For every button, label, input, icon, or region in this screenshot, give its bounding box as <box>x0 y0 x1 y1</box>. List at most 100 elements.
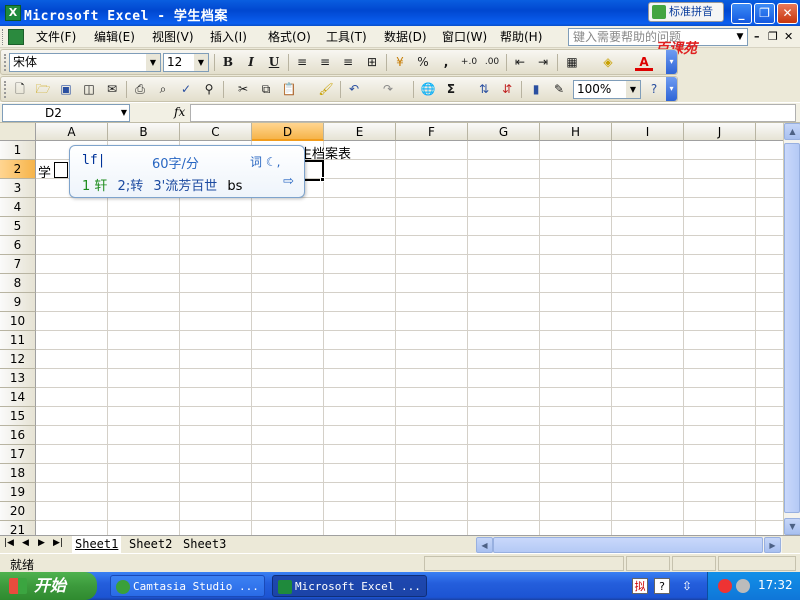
chevron-down-icon[interactable]: ▼ <box>626 81 640 98</box>
row-header-2[interactable]: 2 <box>0 160 36 179</box>
volume-icon[interactable] <box>736 579 750 593</box>
scroll-up-icon[interactable]: ▲ <box>784 123 800 140</box>
fill-handle[interactable] <box>320 177 325 182</box>
menu-format[interactable]: 格式(O) <box>268 29 311 45</box>
research-icon[interactable]: ⚲ <box>200 81 218 98</box>
fill-color-icon[interactable]: ◈ <box>599 54 617 71</box>
font-name-select[interactable]: 宋体 ▼ <box>9 53 161 72</box>
ime-word-mode[interactable]: 词 ☾, <box>250 153 280 170</box>
copy-icon[interactable]: ⧉ <box>257 81 275 98</box>
tab-sheet3[interactable]: Sheet3 <box>180 536 229 553</box>
select-all-corner[interactable] <box>0 123 36 141</box>
record-icon[interactable] <box>718 579 732 593</box>
zoom-select[interactable]: 100% ▼ <box>573 80 641 99</box>
restore-button[interactable]: ❐ <box>754 3 775 24</box>
column-header-a[interactable]: A <box>36 123 108 141</box>
help-icon[interactable]: ? <box>645 81 663 98</box>
column-header-k[interactable] <box>756 123 783 141</box>
menu-help[interactable]: 帮助(H) <box>500 29 542 45</box>
vertical-scroll-thumb[interactable] <box>784 143 800 513</box>
ime-candidate[interactable]: 1 轩 <box>82 179 107 194</box>
doc-minimize-button[interactable]: – <box>754 30 760 43</box>
row-header-17[interactable]: 17 <box>0 445 36 464</box>
doc-close-button[interactable]: ✕ <box>784 30 793 43</box>
chevron-down-icon[interactable]: ▼ <box>194 54 208 71</box>
insert-function-button[interactable]: fx <box>174 105 185 119</box>
row-header-21[interactable]: 21 <box>0 521 36 535</box>
sort-descending-icon[interactable]: ⇵ <box>498 81 516 98</box>
align-center-icon[interactable]: ≡ <box>316 54 334 71</box>
menu-data[interactable]: 数据(D) <box>384 29 427 45</box>
percent-button[interactable]: % <box>414 54 432 71</box>
align-right-icon[interactable]: ≡ <box>339 54 357 71</box>
column-header-c[interactable]: C <box>180 123 252 141</box>
row-header-15[interactable]: 15 <box>0 407 36 426</box>
row-header-4[interactable]: 4 <box>0 198 36 217</box>
next-page-arrow-icon[interactable]: ⇨ <box>283 174 294 189</box>
column-header-i[interactable]: I <box>612 123 684 141</box>
ime-candidate[interactable]: 2;转 <box>118 179 144 194</box>
row-header-19[interactable]: 19 <box>0 483 36 502</box>
chart-wizard-icon[interactable]: ▮ <box>527 81 545 98</box>
horizontal-scrollbar[interactable]: ◀ ▶ <box>476 537 782 553</box>
row-header-5[interactable]: 5 <box>0 217 36 236</box>
row-header-3[interactable]: 3 <box>0 179 36 198</box>
row-header-8[interactable]: 8 <box>0 274 36 293</box>
format-painter-icon[interactable]: 🖌 <box>317 81 335 98</box>
print-icon[interactable]: ⎙ <box>131 81 149 98</box>
row-header-6[interactable]: 6 <box>0 236 36 255</box>
vertical-scrollbar[interactable]: ▲ ▼ <box>783 123 800 535</box>
column-header-g[interactable]: G <box>468 123 540 141</box>
cell-a2[interactable]: 学 <box>38 162 51 181</box>
bold-button[interactable]: B <box>219 54 237 71</box>
underline-button[interactable]: U <box>265 54 283 71</box>
cut-icon[interactable]: ✂ <box>234 81 252 98</box>
toolbar-grip[interactable] <box>4 54 7 71</box>
font-size-select[interactable]: 12 ▼ <box>163 53 209 72</box>
increase-indent-icon[interactable]: ⇥ <box>534 54 552 71</box>
name-box[interactable]: D2 ▼ <box>2 104 130 122</box>
row-header-7[interactable]: 7 <box>0 255 36 274</box>
currency-icon[interactable]: ¥ <box>391 54 409 71</box>
row-header-18[interactable]: 18 <box>0 464 36 483</box>
italic-button[interactable]: I <box>242 54 260 71</box>
column-header-h[interactable]: H <box>540 123 612 141</box>
menu-window[interactable]: 窗口(W) <box>442 29 487 45</box>
undo-icon[interactable]: ↶ <box>345 81 363 98</box>
menu-insert[interactable]: 插入(I) <box>210 29 247 45</box>
tab-sheet1[interactable]: Sheet1 <box>72 536 122 553</box>
spelling-icon[interactable]: ✓ <box>177 81 195 98</box>
decrease-decimal-icon[interactable]: .00 <box>483 54 501 71</box>
close-button[interactable]: ✕ <box>777 3 798 24</box>
open-folder-icon[interactable]: 🗁 <box>34 81 52 98</box>
scroll-left-icon[interactable]: ◀ <box>476 537 493 553</box>
menubar-grip[interactable] <box>2 29 5 45</box>
row-header-1[interactable]: 1 <box>0 141 36 160</box>
task-excel[interactable]: Microsoft Excel ... <box>272 575 427 597</box>
comma-style-button[interactable]: , <box>437 54 455 71</box>
menu-edit[interactable]: 编辑(E) <box>94 29 135 45</box>
workbook-icon[interactable] <box>8 29 24 45</box>
row-header-12[interactable]: 12 <box>0 350 36 369</box>
align-left-icon[interactable]: ≡ <box>293 54 311 71</box>
excel-app-icon[interactable]: X <box>5 5 21 21</box>
autosum-button[interactable]: Σ <box>442 81 460 98</box>
borders-icon[interactable]: ▦ <box>563 54 581 71</box>
row-header-14[interactable]: 14 <box>0 388 36 407</box>
formula-input[interactable] <box>190 104 796 122</box>
column-header-b[interactable]: B <box>108 123 180 141</box>
drawing-icon[interactable]: ✎ <box>550 81 568 98</box>
menu-file[interactable]: 文件(F) <box>36 29 76 45</box>
print-preview-icon[interactable]: ⌕ <box>154 81 172 98</box>
row-header-11[interactable]: 11 <box>0 331 36 350</box>
font-color-button[interactable]: A <box>635 54 653 71</box>
chevron-down-icon[interactable]: ▼ <box>146 54 160 71</box>
email-icon[interactable]: ✉ <box>103 81 121 98</box>
ime-candidate[interactable]: 3'流芳百世 <box>153 179 217 194</box>
start-button[interactable]: 开始 <box>0 572 97 600</box>
tab-sheet2[interactable]: Sheet2 <box>126 536 175 553</box>
chevron-down-icon[interactable]: ▼ <box>121 105 127 121</box>
chevron-down-icon[interactable]: ▼ <box>733 29 747 45</box>
column-header-e[interactable]: E <box>324 123 396 141</box>
increase-decimal-icon[interactable]: +.0 <box>460 54 478 71</box>
